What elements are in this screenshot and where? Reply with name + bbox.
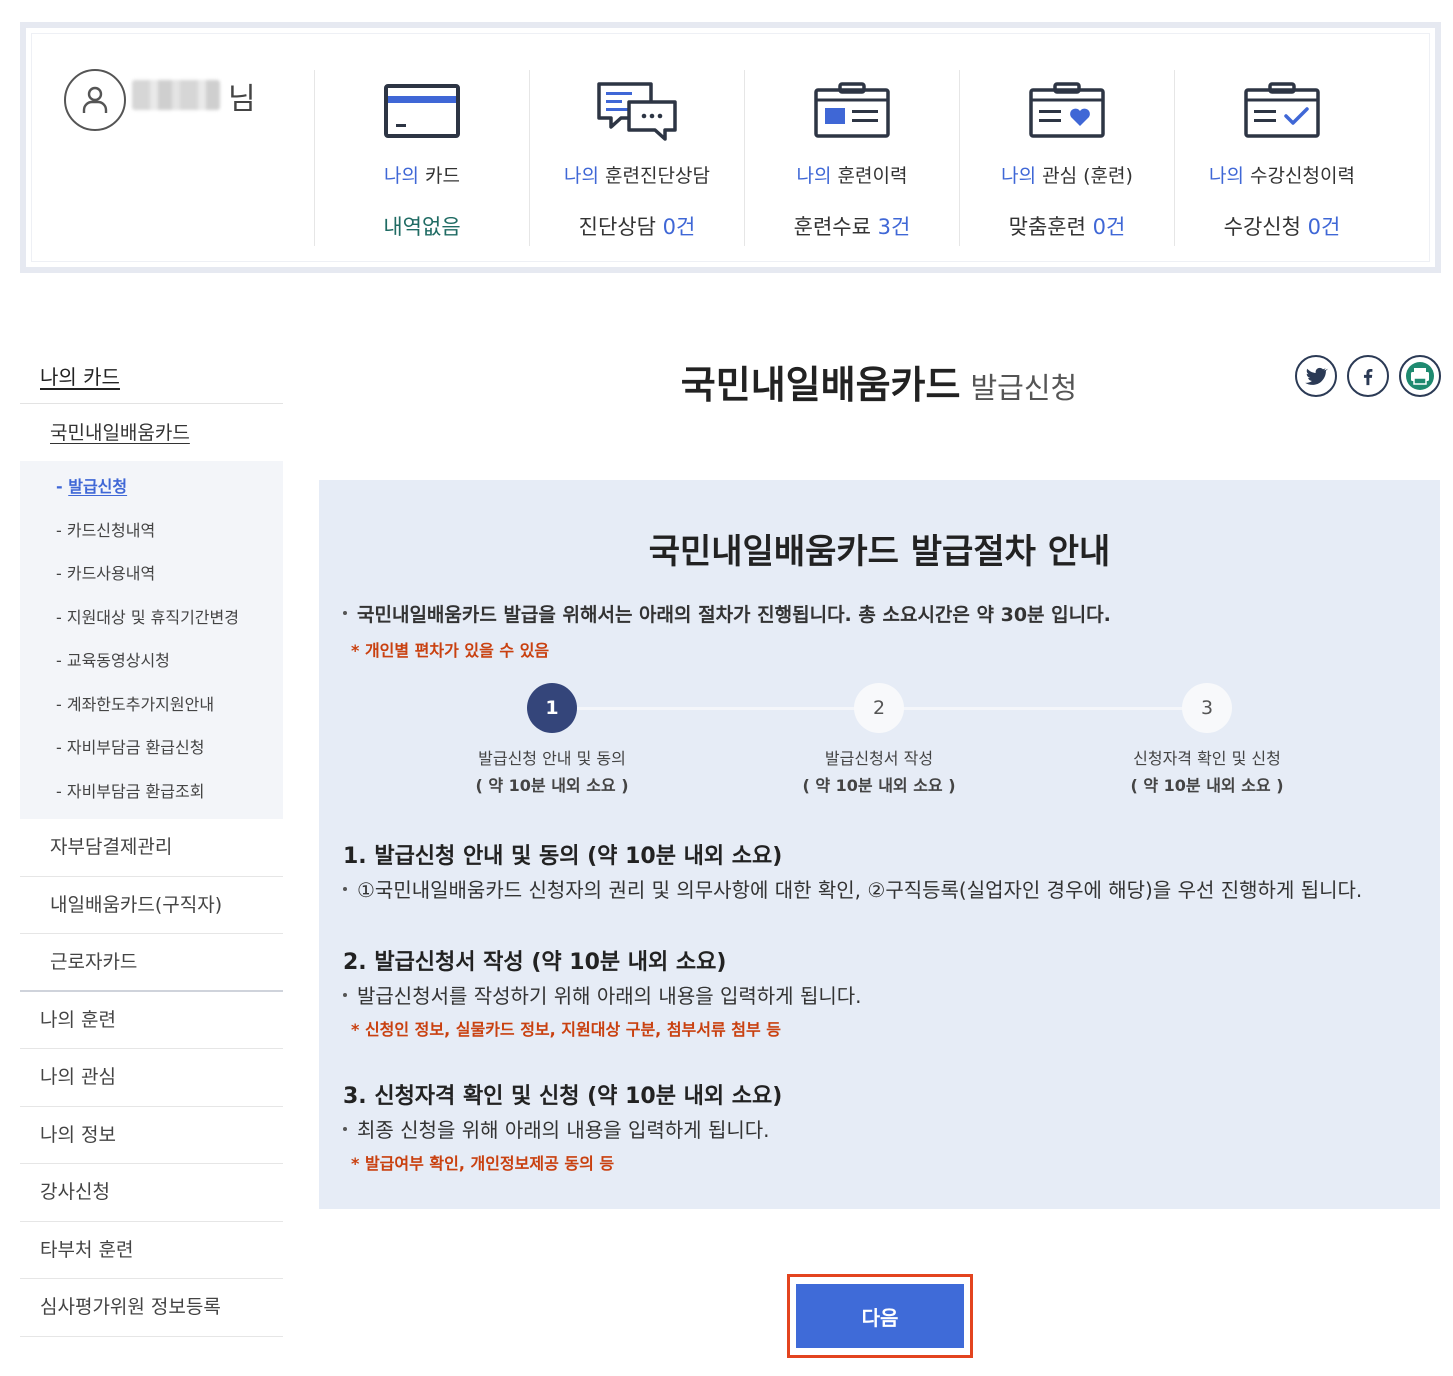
step-1-circle: 1 [527, 683, 577, 733]
summary-item-consult[interactable]: 나의 훈련진단상담 진단상담 0건 [529, 70, 744, 246]
sidebar: 나의 카드 국민내일배움카드 - 발급신청 - 카드신청내역 - 카드사용내역 … [20, 352, 283, 1337]
sidebar-title-my-card[interactable]: 나의 카드 [20, 352, 283, 404]
section-1-text-body: ①국민내일배움카드 신청자의 권리 및 의무사항에 대한 확인, ②구직등록(실… [357, 878, 1363, 902]
submenu-item-card-apply-history[interactable]: - 카드신청내역 [20, 511, 283, 555]
section-3-note: * 발급여부 확인, 개인정보제공 동의 등 [351, 1154, 615, 1173]
submenu-item-apply[interactable]: - 발급신청 [20, 467, 283, 511]
chat-icon [597, 82, 677, 141]
page-title-main: 국민내일배움카드 [680, 363, 961, 407]
submenu-item-eligibility-change[interactable]: - 지원대상 및 휴직기간변경 [20, 598, 283, 642]
summary-item-history[interactable]: 나의 훈련이력 훈련수료 3건 [744, 70, 959, 246]
section-2-note: * 신청인 정보, 실물카드 정보, 지원대상 구분, 첨부서류 첨부 등 [351, 1020, 782, 1039]
step-1-duration: ( 약 10분 내외 소요 ) [475, 776, 629, 795]
summary-label: 나의 관심 (훈련) [1001, 165, 1133, 187]
twitter-icon [1305, 367, 1328, 385]
sidebar-item-evaluator-register[interactable]: 심사평가위원 정보등록 [20, 1279, 283, 1337]
facebook-share-button[interactable] [1347, 355, 1389, 397]
step-3-circle: 3 [1182, 683, 1232, 733]
sidebar-item-my-training[interactable]: 나의 훈련 [20, 992, 283, 1049]
history-icon [814, 82, 890, 138]
twitter-share-button[interactable] [1295, 355, 1337, 397]
summary-value: 수강신청 0건 [1223, 215, 1341, 239]
step-2-title: 발급신청서 작성 [824, 749, 934, 768]
sidebar-item-jobseeker-card[interactable]: 내일배움카드(구직자) [20, 877, 283, 934]
summary-item-enrollment[interactable]: 나의 수강신청이력 수강신청 0건 [1174, 70, 1389, 246]
step-2-circle: 2 [854, 683, 904, 733]
summary-value: 맞춤훈련 0건 [1008, 215, 1126, 239]
summary-label: 나의 카드 [384, 165, 460, 187]
sidebar-item-other-ministry[interactable]: 타부처 훈련 [20, 1222, 283, 1279]
sidebar-item-my-info[interactable]: 나의 정보 [20, 1107, 283, 1164]
summary-label: 나의 훈련이력 [796, 165, 908, 187]
bullet [343, 610, 347, 615]
print-icon [1406, 362, 1434, 390]
sidebar-item-worker-card[interactable]: 근로자카드 [20, 934, 283, 992]
section-1-text: ①국민내일배움카드 신청자의 권리 및 의무사항에 대한 확인, ②구직등록(실… [343, 874, 1362, 903]
submenu-item-limit-support[interactable]: - 계좌한도추가지원안내 [20, 685, 283, 729]
summary-inner: 님 나의 카드 내역없음 나의 훈련진단상담 진단상담 0건 나의 훈련이력 훈… [31, 33, 1430, 262]
next-button[interactable]: 다음 [796, 1284, 964, 1348]
user-icon [64, 69, 126, 131]
guide-title: 국민내일배움카드 발급절차 안내 [648, 532, 1111, 572]
summary-item-card[interactable]: 나의 카드 내역없음 [314, 70, 529, 246]
bullet [343, 1126, 347, 1131]
section-1-heading: 1. 발급신청 안내 및 동의 (약 10분 내외 소요) [343, 844, 783, 869]
step-3-duration: ( 약 10분 내외 소요 ) [1130, 776, 1284, 795]
section-3-heading: 3. 신청자격 확인 및 신청 (약 10분 내외 소요) [343, 1084, 783, 1109]
summary-value: 훈련수료 3건 [793, 215, 911, 239]
summary-label: 나의 수강신청이력 [1209, 165, 1355, 187]
submenu-item-video[interactable]: - 교육동영상시청 [20, 641, 283, 685]
bullet [343, 886, 347, 891]
section-2-heading: 2. 발급신청서 작성 (약 10분 내외 소요) [343, 950, 727, 975]
guide-panel: 국민내일배움카드 발급절차 안내 국민내일배움카드 발급을 위해서는 아래의 절… [319, 480, 1440, 1209]
step-1-label: 발급신청 안내 및 동의 ( 약 10분 내외 소요 ) [422, 745, 682, 799]
guide-intro-text: 국민내일배움카드 발급을 위해서는 아래의 절차가 진행됩니다. 총 소요시간은… [357, 604, 1111, 626]
summary-value: 내역없음 [383, 215, 461, 239]
sidebar-item-instructor-apply[interactable]: 강사신청 [20, 1164, 283, 1222]
sidebar-item-my-interest[interactable]: 나의 관심 [20, 1049, 283, 1107]
submenu-item-card-usage[interactable]: - 카드사용내역 [20, 554, 283, 598]
sidebar-submenu: - 발급신청 - 카드신청내역 - 카드사용내역 - 지원대상 및 휴직기간변경… [20, 461, 283, 819]
page-title: 국민내일배움카드 발급신청 [318, 354, 1440, 409]
guide-intro-note: * 개인별 편차가 있을 수 있음 [351, 641, 550, 660]
submenu-item-refund-apply[interactable]: - 자비부담금 환급신청 [20, 728, 283, 772]
guide-intro: 국민내일배움카드 발급을 위해서는 아래의 절차가 진행됩니다. 총 소요시간은… [343, 600, 1111, 627]
sidebar-item-self-payment[interactable]: 자부담결제관리 [20, 819, 283, 877]
section-3-text: 최종 신청을 위해 아래의 내용을 입력하게 됩니다. [343, 1114, 770, 1143]
check-folder-icon [1244, 82, 1320, 138]
step-3-title: 신청자격 확인 및 신청 [1133, 749, 1281, 768]
section-2-text: 발급신청서를 작성하기 위해 아래의 내용을 입력하게 됩니다. [343, 980, 862, 1009]
card-icon [384, 84, 460, 138]
step-3-label: 신청자격 확인 및 신청 ( 약 10분 내외 소요 ) [1077, 745, 1337, 799]
step-1-title: 발급신청 안내 및 동의 [478, 749, 626, 768]
summary-item-interest[interactable]: 나의 관심 (훈련) 맞춤훈련 0건 [959, 70, 1174, 246]
summary-panel: 님 나의 카드 내역없음 나의 훈련진단상담 진단상담 0건 나의 훈련이력 훈… [20, 22, 1441, 273]
section-3-text-body: 최종 신청을 위해 아래의 내용을 입력하게 됩니다. [357, 1118, 770, 1142]
heart-folder-icon [1029, 82, 1105, 138]
summary-label: 나의 훈련진단상담 [564, 165, 710, 187]
sidebar-item-national-card[interactable]: 국민내일배움카드 [20, 404, 283, 461]
summary-value: 진단상담 0건 [578, 215, 696, 239]
section-2-text-body: 발급신청서를 작성하기 위해 아래의 내용을 입력하게 됩니다. [357, 984, 862, 1008]
step-2-label: 발급신청서 작성 ( 약 10분 내외 소요 ) [749, 745, 1009, 799]
user-suffix: 님 [228, 82, 256, 117]
print-button[interactable] [1399, 355, 1441, 397]
submenu-item-refund-check[interactable]: - 자비부담금 환급조회 [20, 772, 283, 816]
submenu-item-apply-label: 발급신청 [68, 477, 128, 496]
page-title-sub: 발급신청 [970, 371, 1078, 405]
step-2-duration: ( 약 10분 내외 소요 ) [802, 776, 956, 795]
bullet [343, 992, 347, 997]
facebook-icon [1363, 368, 1373, 386]
user-name-redacted [132, 80, 220, 110]
